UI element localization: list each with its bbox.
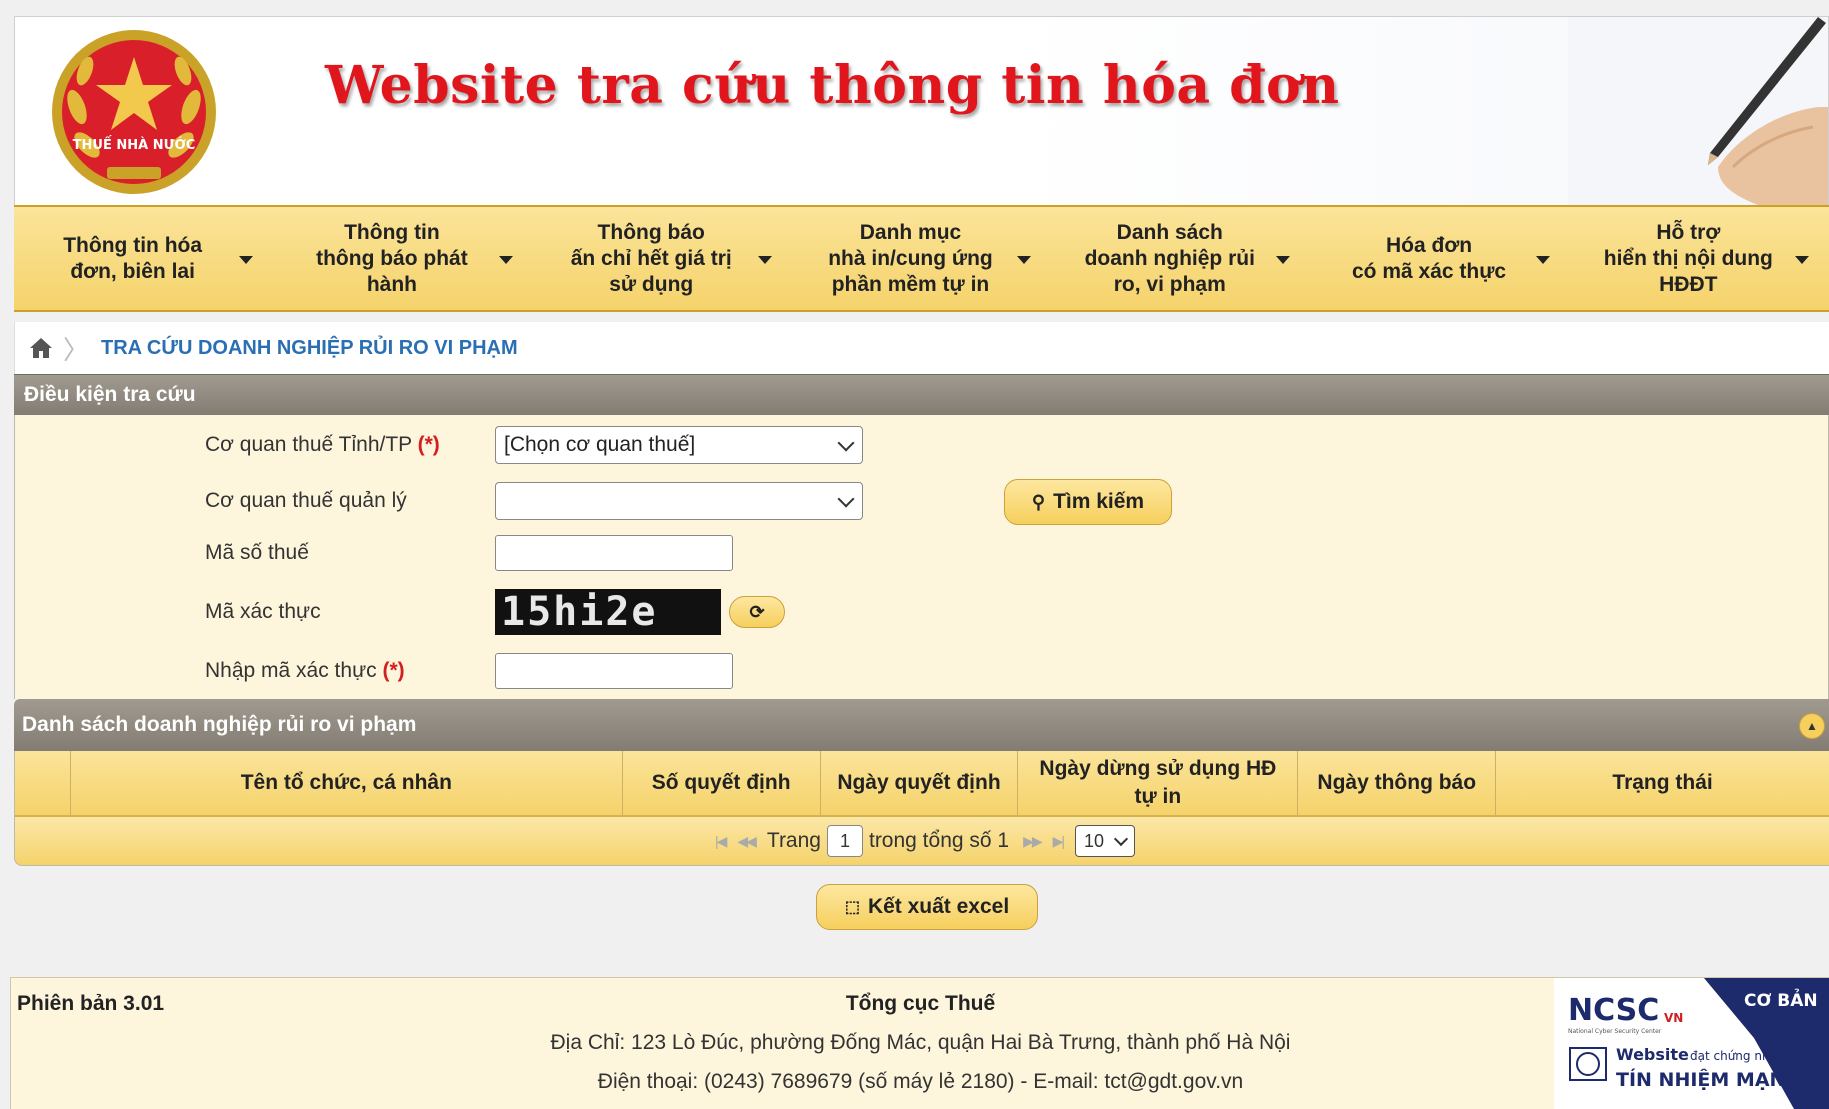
- menu-label: Danh sách doanh nghiệp rủi ro, vi phạm: [1084, 220, 1255, 296]
- badge-level: CƠ BẢN: [1744, 988, 1818, 1011]
- menu-invoice-info[interactable]: Thông tin hóa đơn, biên lai: [14, 207, 273, 310]
- caret-down-icon: [239, 255, 254, 264]
- tax-code-row: Mã số thuế: [205, 535, 733, 571]
- caret-down-icon: [498, 255, 513, 264]
- caret-down-icon: [1276, 255, 1291, 264]
- column-header-decision-number[interactable]: Số quyết định: [623, 751, 821, 815]
- site-title: Website tra cứu thông tin hóa đơn: [325, 55, 1340, 116]
- refresh-captcha-button[interactable]: ⟳: [729, 596, 785, 628]
- results-title: Danh sách doanh nghiệp rủi ro vi phạm: [22, 713, 417, 736]
- home-icon[interactable]: [29, 337, 53, 359]
- refresh-icon: ⟳: [749, 601, 765, 622]
- search-button-label: Tìm kiếm: [1053, 490, 1145, 513]
- captcha-input[interactable]: [495, 653, 733, 689]
- captcha-label: Mã xác thực: [205, 600, 321, 623]
- page-label: Trang: [766, 829, 821, 852]
- column-header-stop-date[interactable]: Ngày dừng sử dụng HĐ tự in: [1018, 751, 1299, 815]
- menu-label: Thông tin thông báo phát hành: [316, 220, 468, 296]
- ncsc-logo-text: NCSC: [1568, 993, 1659, 1028]
- search-section-header: Điều kiện tra cứu: [14, 374, 1829, 415]
- required-mark: (*): [382, 659, 405, 682]
- menu-label: Hóa đơn có mã xác thực: [1351, 233, 1507, 283]
- breadcrumb-separator-icon: 〉: [63, 334, 90, 365]
- captcha-input-row: Nhập mã xác thực (*): [205, 653, 733, 689]
- hand-pencil-illustration: [1568, 17, 1828, 205]
- search-section-title: Điều kiện tra cứu: [24, 383, 196, 406]
- national-emblem-logo: THUẾ NHÀ NƯỚC: [52, 30, 216, 194]
- main-menu: Thông tin hóa đơn, biên lai Thông tin th…: [14, 205, 1829, 312]
- captcha-input-label-text: Nhập mã xác thực: [205, 659, 377, 682]
- column-header-decision-date[interactable]: Ngày quyết định: [821, 751, 1019, 815]
- column-header-status[interactable]: Trạng thái: [1496, 751, 1829, 815]
- menu-label: Hỗ trợ hiển thị nội dung HĐĐT: [1603, 220, 1773, 296]
- page: THUẾ NHÀ NƯỚC Website tra cứu thông tin …: [14, 16, 1829, 866]
- managing-office-select[interactable]: [495, 482, 863, 520]
- next-page-icon[interactable]: ▶▶: [1023, 833, 1042, 850]
- province-select-value: [Chọn cơ quan thuế]: [504, 433, 696, 456]
- province-label: Cơ quan thuế Tỉnh/TP (*): [205, 433, 495, 457]
- captcha-input-label: Nhập mã xác thực (*): [205, 659, 495, 683]
- page-total-label: trong tổng số 1: [868, 829, 1010, 852]
- collapse-icon[interactable]: ▲: [1799, 713, 1825, 739]
- menu-risky-enterprises[interactable]: Danh sách doanh nghiệp rủi ro, vi phạm: [1051, 207, 1310, 310]
- ncsc-vn-text: VN: [1664, 1011, 1683, 1025]
- search-form: Cơ quan thuế Tỉnh/TP (*) [Chọn cơ quan t…: [14, 415, 1829, 699]
- chevron-down-icon: [837, 490, 855, 508]
- province-select[interactable]: [Chọn cơ quan thuế]: [495, 426, 863, 464]
- badge-line1: Website: [1616, 1045, 1689, 1064]
- chevron-down-icon: [837, 434, 855, 452]
- breadcrumb: 〉 TRA CỨU DOANH NGHIỆP RỦI RO VI PHẠM: [14, 322, 1829, 374]
- page-number-input[interactable]: 1: [826, 825, 863, 857]
- results-header: Danh sách doanh nghiệp rủi ro vi phạm ▲: [14, 699, 1829, 751]
- column-header-notice-date[interactable]: Ngày thông báo: [1298, 751, 1497, 815]
- emblem-text: THUẾ NHÀ NƯỚC: [73, 136, 196, 153]
- page-size-select[interactable]: 10: [1075, 825, 1136, 857]
- search-button[interactable]: ⚲ Tìm kiếm: [1004, 479, 1172, 525]
- managing-row: Cơ quan thuế quản lý: [205, 482, 863, 520]
- ncsc-badge-graphic: NCSC VN National Cyber Security Center C…: [1554, 978, 1829, 1109]
- badge-line1-small: đạt chứng nhận: [1690, 1049, 1785, 1063]
- captcha-image: 15hi2e: [495, 589, 721, 635]
- ncsc-subtitle: National Cyber Security Center: [1568, 1028, 1662, 1035]
- column-header-select: [15, 751, 71, 815]
- results-table-header: Tên tổ chức, cá nhân Số quyết định Ngày …: [14, 751, 1829, 817]
- chevron-down-icon: [1113, 831, 1129, 847]
- pagination-bar: |◀ ◀◀ Trang 1 trong tổng số 1 ▶▶ ▶| 10: [14, 817, 1829, 866]
- captcha-row: Mã xác thực 15hi2e ⟳: [205, 589, 785, 635]
- required-mark: (*): [417, 433, 440, 456]
- export-button-label: Kết xuất excel: [867, 895, 1010, 918]
- caret-down-icon: [1017, 255, 1032, 264]
- footer: Phiên bản 3.01 Tổng cục Thuế Địa Chỉ: 12…: [10, 977, 1829, 1109]
- site-banner: THUẾ NHÀ NƯỚC Website tra cứu thông tin …: [14, 16, 1829, 205]
- export-icon: ⬚: [844, 899, 860, 916]
- menu-label: Danh mục nhà in/cung ứng phần mềm tự in: [828, 220, 993, 296]
- menu-verified-invoices[interactable]: Hóa đơn có mã xác thực: [1310, 207, 1569, 310]
- tax-code-input[interactable]: [495, 535, 733, 571]
- menu-display-support[interactable]: Hỗ trợ hiển thị nội dung HĐĐT: [1570, 207, 1829, 310]
- first-page-icon[interactable]: |◀: [715, 833, 727, 850]
- province-label-text: Cơ quan thuế Tỉnh/TP: [205, 433, 412, 456]
- menu-label: Thông tin hóa đơn, biên lai: [63, 233, 203, 283]
- managing-label: Cơ quan thuế quản lý: [205, 489, 407, 512]
- page-size-value: 10: [1084, 830, 1105, 851]
- previous-page-icon[interactable]: ◀◀: [737, 833, 756, 850]
- export-excel-button[interactable]: ⬚ Kết xuất excel: [816, 884, 1038, 930]
- menu-printers-list[interactable]: Danh mục nhà in/cung ứng phần mềm tự in: [792, 207, 1051, 310]
- search-icon: ⚲: [1031, 491, 1046, 512]
- column-header-name[interactable]: Tên tổ chức, cá nhân: [71, 751, 623, 815]
- caret-down-icon: [1535, 255, 1550, 264]
- badge-line2: TÍN NHIỆM MẠNG: [1616, 1067, 1801, 1091]
- menu-expired-forms[interactable]: Thông báo ấn chỉ hết giá trị sử dụng: [533, 207, 792, 310]
- caret-down-icon: [1794, 255, 1809, 264]
- tax-code-label: Mã số thuế: [205, 541, 309, 564]
- menu-issuance-notice[interactable]: Thông tin thông báo phát hành: [273, 207, 532, 310]
- caret-down-icon: [757, 255, 772, 264]
- ncsc-trust-badge[interactable]: NCSC VN National Cyber Security Center C…: [1554, 978, 1829, 1109]
- last-page-icon[interactable]: ▶|: [1053, 833, 1065, 850]
- menu-label: Thông báo ấn chỉ hết giá trị sử dụng: [570, 220, 732, 296]
- province-row: Cơ quan thuế Tỉnh/TP (*) [Chọn cơ quan t…: [205, 426, 863, 464]
- breadcrumb-current: TRA CỨU DOANH NGHIỆP RỦI RO VI PHẠM: [101, 336, 518, 359]
